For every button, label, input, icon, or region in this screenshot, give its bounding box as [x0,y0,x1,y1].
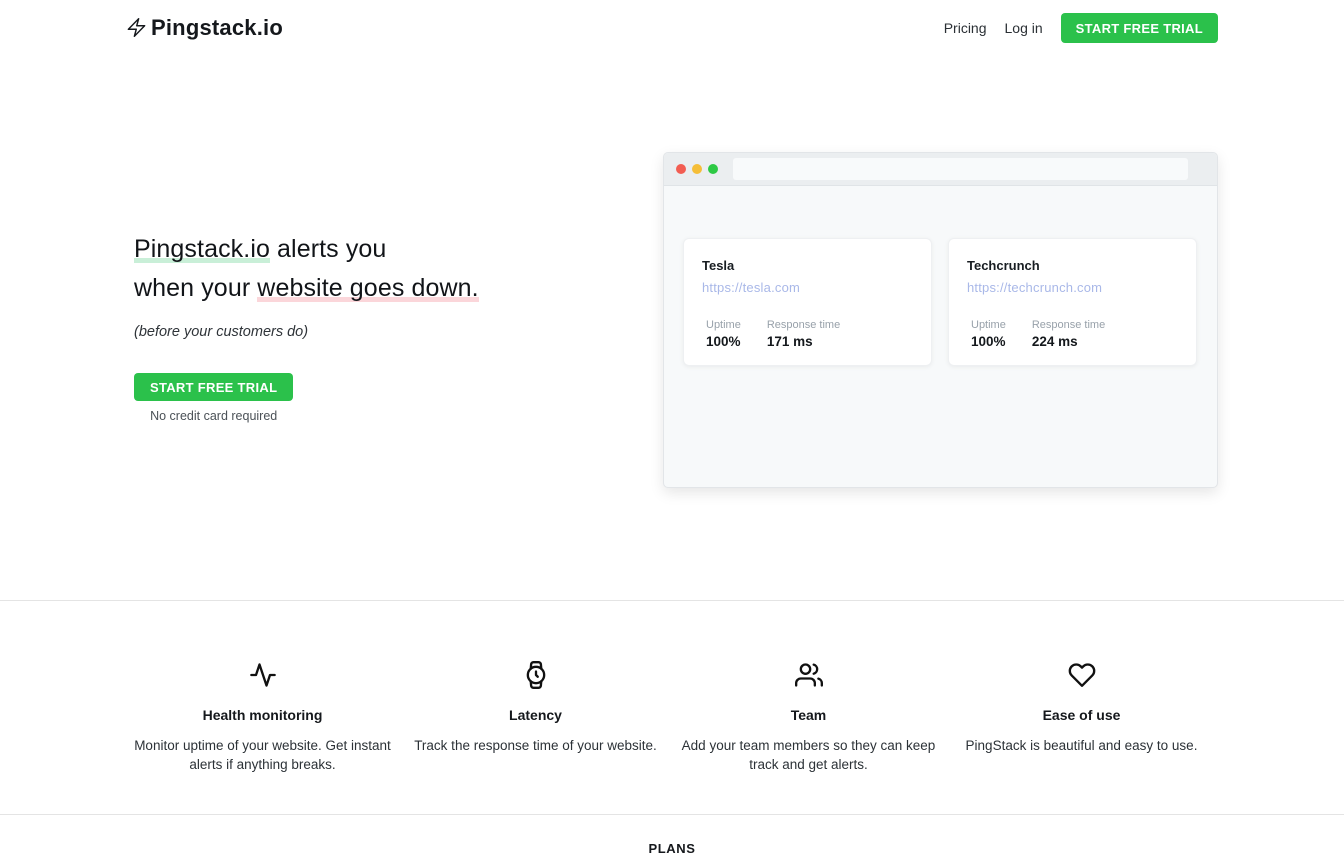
monitor-stats: Uptime 100% Response time 224 ms [967,319,1178,349]
lightning-icon [126,17,147,38]
feature-description: PingStack is beautiful and easy to use. [951,736,1212,755]
url-bar [733,158,1188,180]
close-dot-icon [676,164,686,174]
response-time-label: Response time [1032,319,1105,331]
hero-subtitle: (before your customers do) [134,324,479,340]
uptime-label: Uptime [971,319,1006,331]
monitor-name: Techcrunch [967,258,1178,273]
feature-description: Monitor uptime of your website. Get inst… [132,736,393,774]
feature-latency: Latency Track the response time of your … [399,661,672,774]
plans-section-label: PLANS [0,841,1344,856]
nav-login[interactable]: Log in [1005,20,1043,36]
hero-cta-wrap: START FREE TRIAL No credit card required [134,373,293,423]
main-nav: Pricing Log in START FREE TRIAL [944,13,1218,43]
feature-health-monitoring: Health monitoring Monitor uptime of your… [126,661,399,774]
feature-description: Track the response time of your website. [405,736,666,755]
nav-pricing[interactable]: Pricing [944,20,987,36]
feature-description: Add your team members so they can keep t… [678,736,939,774]
response-time-label: Response time [767,319,840,331]
monitor-url: https://tesla.com [702,280,913,295]
uptime-value: 100% [971,334,1006,349]
monitor-name: Tesla [702,258,913,273]
uptime-label: Uptime [706,319,741,331]
uptime-value: 100% [706,334,741,349]
browser-mockup: Tesla https://tesla.com Uptime 100% Resp… [663,152,1218,488]
feature-title: Ease of use [951,707,1212,723]
response-time-stat: Response time 171 ms [767,319,840,349]
uptime-stat: Uptime 100% [706,319,741,349]
maximize-dot-icon [708,164,718,174]
header: Pingstack.io Pricing Log in START FREE T… [126,0,1218,44]
logo[interactable]: Pingstack.io [126,15,283,41]
users-icon [795,661,823,694]
hero-heading-highlight-green: Pingstack.io [134,235,270,263]
monitor-url: https://techcrunch.com [967,280,1178,295]
response-time-value: 224 ms [1032,334,1105,349]
monitor-card-techcrunch: Techcrunch https://techcrunch.com Uptime… [948,238,1197,366]
hero-heading-highlight-pink: website goes down. [257,274,478,302]
hero-section: Pingstack.io alerts you when your website… [126,44,1218,600]
nav-start-trial-button[interactable]: START FREE TRIAL [1061,13,1218,43]
feature-team: Team Add your team members so they can k… [672,661,945,774]
hero-heading: Pingstack.io alerts you when your website… [134,230,479,307]
heart-icon [1068,661,1096,694]
uptime-stat: Uptime 100% [971,319,1006,349]
response-time-value: 171 ms [767,334,840,349]
hero-heading-rest: alerts you [270,235,386,263]
activity-icon [249,661,277,694]
hero-text: Pingstack.io alerts you when your website… [126,152,479,488]
feature-title: Latency [405,707,666,723]
hero-start-trial-button[interactable]: START FREE TRIAL [134,373,293,401]
feature-ease-of-use: Ease of use PingStack is beautiful and e… [945,661,1218,774]
feature-title: Health monitoring [132,707,393,723]
brand-name: Pingstack.io [151,15,283,41]
features-section: Health monitoring Monitor uptime of your… [126,601,1218,814]
plans-section: PLANS [0,815,1344,856]
response-time-stat: Response time 224 ms [1032,319,1105,349]
feature-title: Team [678,707,939,723]
minimize-dot-icon [692,164,702,174]
browser-title-bar [664,153,1217,186]
watch-icon [522,661,550,694]
browser-body: Tesla https://tesla.com Uptime 100% Resp… [664,186,1217,366]
hero-heading-line2-pre: when your [134,274,257,302]
hero-microcopy: No credit card required [134,409,293,423]
monitor-card-tesla: Tesla https://tesla.com Uptime 100% Resp… [683,238,932,366]
monitor-stats: Uptime 100% Response time 171 ms [702,319,913,349]
